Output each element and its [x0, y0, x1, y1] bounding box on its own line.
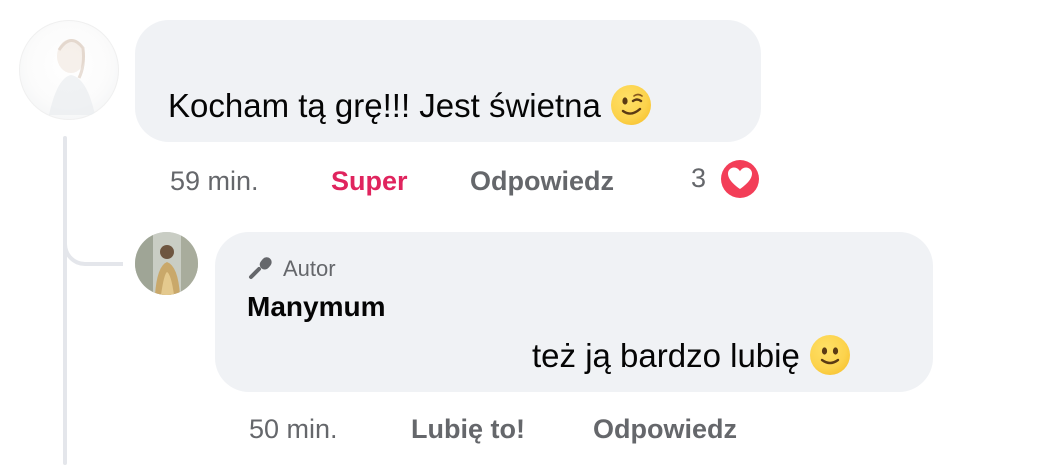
- avatar[interactable]: [19, 20, 119, 120]
- smiling-face-icon: [809, 335, 850, 376]
- thread-connector: [63, 226, 123, 266]
- comment-timestamp[interactable]: 59 min.: [170, 166, 259, 196]
- reply-timestamp[interactable]: 50 min.: [249, 414, 338, 444]
- comment-text: Kocham tą grę!!! Jest świetna: [168, 85, 651, 128]
- author-name[interactable]: Manymum: [247, 290, 385, 324]
- reaction-count[interactable]: 3: [691, 163, 706, 193]
- reply-text: też ją bardzo lubię: [532, 335, 850, 378]
- reply-button[interactable]: Odpowiedz: [470, 166, 614, 196]
- microphone-icon: [249, 257, 272, 280]
- heart-icon[interactable]: [718, 157, 762, 201]
- thread-line: [63, 136, 67, 465]
- author-avatar[interactable]: [135, 232, 198, 295]
- like-button[interactable]: Lubię to!: [411, 414, 525, 444]
- reply-button[interactable]: Odpowiedz: [593, 414, 737, 444]
- author-badge-label: Autor: [283, 256, 336, 281]
- author-badge: Autor: [247, 255, 336, 283]
- winking-face-icon: [610, 85, 651, 126]
- super-reaction-button[interactable]: Super: [331, 166, 408, 196]
